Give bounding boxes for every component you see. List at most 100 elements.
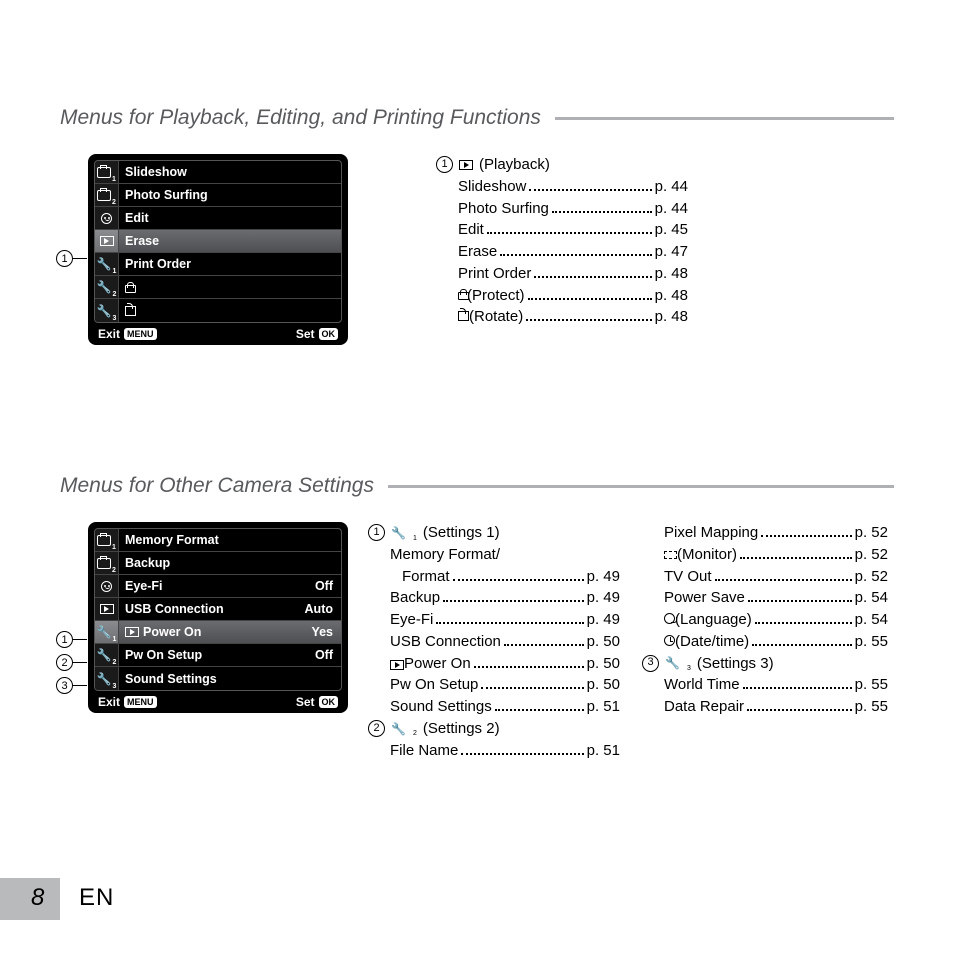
row-icon: 🔧3: [95, 667, 119, 690]
row-value: Off: [315, 579, 341, 593]
face-icon: [101, 213, 112, 224]
menu-row[interactable]: 2Backup: [95, 552, 341, 575]
wrench-icon: 🔧: [97, 305, 112, 317]
row-label: Pw On Setup: [119, 648, 315, 662]
desc-head: 3 🔧3 (Settings 3): [642, 653, 892, 675]
section-title: Menus for Other Camera Settings: [60, 474, 374, 498]
desc-head: 1 (Playback): [436, 154, 696, 176]
menu-row[interactable]: 1Memory Format: [95, 529, 341, 552]
footer-exit: Exit MENU: [98, 695, 157, 709]
settings-description-b: Pixel Mappingp. 52 (Monitor)p. 52TV Outp…: [642, 522, 892, 761]
row-label: Power On: [119, 625, 311, 639]
menu-row[interactable]: 🔧3Sound Settings: [95, 667, 341, 690]
menu-row[interactable]: 🔧3: [95, 299, 341, 322]
row-icon: [95, 598, 119, 620]
row-label: Photo Surfing: [119, 188, 341, 202]
desc-row: TV Outp. 52: [664, 566, 888, 588]
face-icon: [101, 581, 112, 592]
row-icon: 1: [95, 529, 119, 551]
row-label: Eye-Fi: [119, 579, 315, 593]
desc-row: Power Savep. 54: [664, 587, 888, 609]
footer-exit: Exit MENU: [98, 327, 157, 341]
row-icon: [95, 575, 119, 597]
desc-row: File Namep. 51: [390, 740, 620, 762]
desc-row: Pixel Mappingp. 52: [664, 522, 888, 544]
section-title-row: Menus for Playback, Editing, and Printin…: [60, 106, 894, 130]
clock-icon: [664, 635, 675, 646]
playback-menu-screen: 1Slideshow2Photo SurfingEditErase🔧1Print…: [88, 154, 348, 345]
row-value: Off: [315, 648, 341, 662]
wrench-icon: 🔧: [97, 626, 112, 638]
menu-row[interactable]: Eye-FiOff: [95, 575, 341, 598]
play-icon: [100, 236, 114, 246]
desc-row: Backupp. 49: [390, 587, 620, 609]
menu-chip: MENU: [124, 328, 157, 340]
page-tab: [0, 878, 60, 920]
desc-row: (Date/time)p. 55: [664, 631, 888, 653]
desc-row: (Rotate)p. 48: [458, 306, 688, 328]
desc-row: USB Connectionp. 50: [390, 631, 620, 653]
menu-row[interactable]: Edit: [95, 207, 341, 230]
rotate-icon: [125, 306, 136, 316]
monitor-icon: [664, 551, 677, 559]
row-icon: 🔧2: [95, 276, 119, 298]
desc-head: 1 🔧1 (Settings 1): [368, 522, 624, 544]
protect-icon: [458, 289, 467, 300]
row-icon: [95, 207, 119, 229]
page: Menus for Playback, Editing, and Printin…: [0, 0, 954, 954]
protect-icon: [125, 282, 134, 293]
play-icon: [390, 660, 404, 670]
desc-row: Memory Format/: [390, 544, 624, 566]
row-icon: 1: [95, 161, 119, 183]
camera-icon: [97, 190, 111, 201]
desc-row: Print Orderp. 48: [458, 263, 688, 285]
play-icon: [100, 604, 114, 614]
desc-head: 2 🔧2 (Settings 2): [368, 718, 624, 740]
menu-chip: MENU: [124, 696, 157, 708]
menu-row[interactable]: Erase: [95, 230, 341, 253]
menu-row[interactable]: 🔧1 Power OnYes: [95, 621, 341, 644]
footer-set: Set OK: [296, 327, 338, 341]
desc-row: Editp. 45: [458, 219, 688, 241]
title-rule: [388, 485, 894, 488]
row-icon: [95, 230, 119, 252]
ok-chip: OK: [319, 328, 339, 340]
row-label: USB Connection: [119, 602, 305, 616]
desc-row: Erasep. 47: [458, 241, 688, 263]
menu-row[interactable]: 🔧2: [95, 276, 341, 299]
language-icon: [664, 613, 675, 624]
wrench-icon: 🔧: [665, 657, 680, 669]
desc-row: (Protect)p. 48: [458, 285, 688, 307]
title-rule: [555, 117, 894, 120]
section-title: Menus for Playback, Editing, and Printin…: [60, 106, 541, 130]
menu-row[interactable]: 2Photo Surfing: [95, 184, 341, 207]
wrench-icon: 🔧: [97, 673, 112, 685]
ok-chip: OK: [319, 696, 339, 708]
play-icon: [459, 160, 473, 170]
row-icon: 2: [95, 184, 119, 206]
menu-row[interactable]: USB ConnectionAuto: [95, 598, 341, 621]
desc-row: Sound Settingsp. 51: [390, 696, 620, 718]
wrench-icon: 🔧: [97, 281, 112, 293]
desc-row: Slideshowp. 44: [458, 176, 688, 198]
wrench-icon: 🔧: [391, 527, 406, 539]
row-icon: 🔧2: [95, 644, 119, 666]
section-title-row: Menus for Other Camera Settings: [60, 474, 894, 498]
desc-row: Photo Surfingp. 44: [458, 198, 688, 220]
menu-row[interactable]: 1Slideshow: [95, 161, 341, 184]
footer-set: Set OK: [296, 695, 338, 709]
callout-2: 2: [56, 654, 87, 671]
settings-menu-screen: 1Memory Format2BackupEye-FiOffUSB Connec…: [88, 522, 348, 713]
desc-row: (Monitor)p. 52: [664, 544, 888, 566]
camera-icon: [97, 558, 111, 569]
row-label: [119, 282, 341, 293]
settings-description-a: 1 🔧1 (Settings 1)Memory Format/Formatp. …: [368, 522, 624, 761]
playback-description: 1 (Playback) Slideshowp. 44Photo Surfing…: [436, 154, 696, 345]
menu-row[interactable]: 🔧1Print Order: [95, 253, 341, 276]
camera-icon: [97, 167, 111, 178]
section-settings: Menus for Other Camera Settings 1 2 3 1M…: [60, 474, 894, 761]
menu-row[interactable]: 🔧2Pw On SetupOff: [95, 644, 341, 667]
row-label: Sound Settings: [119, 672, 341, 686]
page-number: 8: [31, 884, 44, 912]
wrench-icon: 🔧: [391, 723, 406, 735]
